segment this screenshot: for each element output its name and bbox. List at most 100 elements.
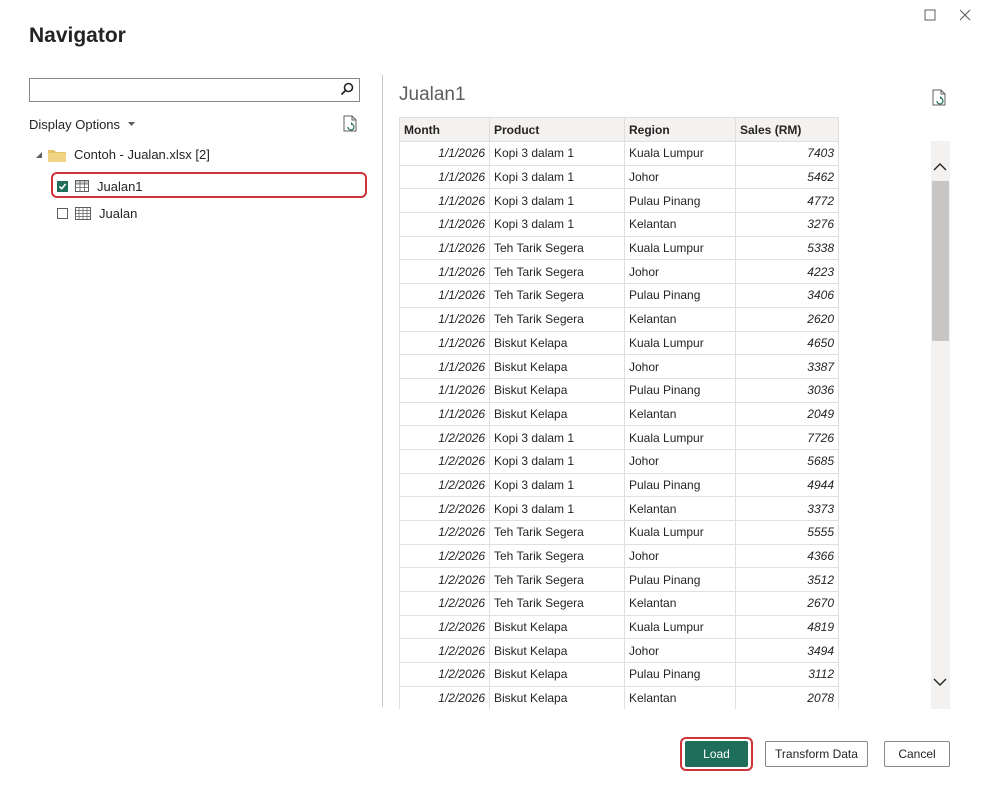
search-input[interactable] [34,80,328,102]
cancel-button[interactable]: Cancel [884,741,950,767]
cell-sales: 3112 [735,662,839,687]
refresh-button-left[interactable] [343,115,359,138]
column-header-region[interactable]: Region [624,117,736,142]
cell-sales: 2078 [735,685,839,709]
table-row: 1/1/2026 Teh Tarik Segera Kuala Lumpur 5338 [399,235,839,261]
cell-region: Pulau Pinang [624,377,736,403]
cell-sales: 2049 [735,401,839,427]
column-header-month[interactable]: Month [399,117,490,142]
panel-divider[interactable] [382,75,383,707]
cell-sales: 5338 [735,235,839,261]
cell-product: Teh Tarik Segera [489,283,625,308]
cell-sales: 3494 [735,638,839,664]
cell-region: Kuala Lumpur [624,330,736,356]
table-row: 1/1/2026 Biskut Kelapa Johor 3387 [399,354,839,379]
cell-month: 1/2/2026 [399,425,490,450]
refresh-button-right[interactable] [932,89,948,112]
cell-region: Pulau Pinang [624,662,736,687]
cell-month: 1/2/2026 [399,543,490,569]
preview-table: Month Product Region Sales (RM) 1/1/2026… [399,117,839,709]
cell-month: 1/2/2026 [399,567,490,593]
cell-sales: 3276 [735,212,839,237]
cell-product: Teh Tarik Segera [489,543,625,569]
maximize-button[interactable] [920,5,940,25]
cell-product: Kopi 3 dalam 1 [489,496,625,521]
table-row: 1/2/2026 Biskut Kelapa Kelantan 2078 [399,685,839,709]
cell-sales: 4366 [735,543,839,569]
cell-region: Pulau Pinang [624,472,736,498]
cell-sales: 7726 [735,425,839,450]
table-row: 1/1/2026 Biskut Kelapa Kelantan 2049 [399,401,839,427]
window-title: Navigator [29,24,126,47]
cell-sales: 4772 [735,188,839,214]
table-row: 1/2/2026 Kopi 3 dalam 1 Kuala Lumpur 7726 [399,425,839,450]
cell-month: 1/1/2026 [399,212,490,237]
cell-region: Kelantan [624,685,736,709]
tree-item-jualan1[interactable]: Jualan1 [57,175,143,197]
cell-sales: 4819 [735,614,839,640]
scroll-down-button[interactable] [933,674,947,692]
cell-product: Kopi 3 dalam 1 [489,164,625,190]
cell-product: Teh Tarik Segera [489,306,625,332]
tree-item-label: Jualan1 [97,178,143,194]
cell-product: Biskut Kelapa [489,330,625,356]
table-row: 1/2/2026 Kopi 3 dalam 1 Johor 5685 [399,448,839,474]
cell-product: Biskut Kelapa [489,377,625,403]
cell-month: 1/2/2026 [399,591,490,616]
cell-sales: 3387 [735,354,839,379]
cell-sales: 4223 [735,259,839,285]
close-button[interactable] [955,5,975,25]
cell-region: Kelantan [624,496,736,521]
cell-region: Kelantan [624,306,736,332]
table-row: 1/1/2026 Teh Tarik Segera Kelantan 2620 [399,306,839,332]
tree-root-file[interactable]: Contoh - Jualan.xlsx [2] [35,147,210,162]
cell-month: 1/2/2026 [399,520,490,545]
table-row: 1/1/2026 Kopi 3 dalam 1 Pulau Pinang 4772 [399,188,839,214]
sheet-icon [75,206,91,220]
tree-item-jualan[interactable]: Jualan [57,202,137,224]
column-header-product[interactable]: Product [489,117,625,142]
cell-month: 1/1/2026 [399,354,490,379]
load-button[interactable]: Load [685,741,748,767]
table-row: 1/2/2026 Kopi 3 dalam 1 Kelantan 3373 [399,496,839,521]
transform-data-button[interactable]: Transform Data [765,741,868,767]
cell-month: 1/2/2026 [399,638,490,664]
scroll-up-button[interactable] [933,158,947,176]
cell-region: Kuala Lumpur [624,141,736,166]
cell-month: 1/1/2026 [399,259,490,285]
table-icon [75,180,89,192]
scrollbar-thumb[interactable] [932,181,949,341]
cell-month: 1/2/2026 [399,614,490,640]
cell-region: Kelantan [624,401,736,427]
cell-month: 1/1/2026 [399,401,490,427]
cell-region: Kuala Lumpur [624,520,736,545]
table-row: 1/2/2026 Teh Tarik Segera Pulau Pinang 3512 [399,567,839,593]
expand-triangle-icon [36,151,42,158]
cell-sales: 4944 [735,472,839,498]
cell-month: 1/1/2026 [399,283,490,308]
cell-month: 1/1/2026 [399,164,490,190]
display-options-dropdown[interactable]: Display Options [29,117,136,132]
column-header-sales[interactable]: Sales (RM) [735,117,839,142]
table-row: 1/2/2026 Biskut Kelapa Johor 3494 [399,638,839,664]
search-box[interactable] [29,78,360,102]
cell-sales: 2670 [735,591,839,616]
cell-product: Kopi 3 dalam 1 [489,425,625,450]
checkbox-jualan1[interactable] [57,180,68,192]
cell-product: Biskut Kelapa [489,401,625,427]
tree-item-label: Jualan [99,205,138,221]
cell-region: Johor [624,638,736,664]
cell-month: 1/1/2026 [399,188,490,214]
table-row: 1/2/2026 Teh Tarik Segera Johor 4366 [399,543,839,569]
table-row: 1/1/2026 Kopi 3 dalam 1 Kuala Lumpur 7403 [399,141,839,166]
cell-sales: 3512 [735,567,839,593]
cell-product: Biskut Kelapa [489,662,625,687]
search-icon[interactable] [340,82,354,101]
checkbox-jualan[interactable] [57,207,68,219]
table-row: 1/2/2026 Biskut Kelapa Kuala Lumpur 4819 [399,614,839,640]
cell-region: Kuala Lumpur [624,614,736,640]
cell-product: Kopi 3 dalam 1 [489,472,625,498]
cell-sales: 3036 [735,377,839,403]
cell-month: 1/1/2026 [399,377,490,403]
checkmark-icon [58,182,67,190]
